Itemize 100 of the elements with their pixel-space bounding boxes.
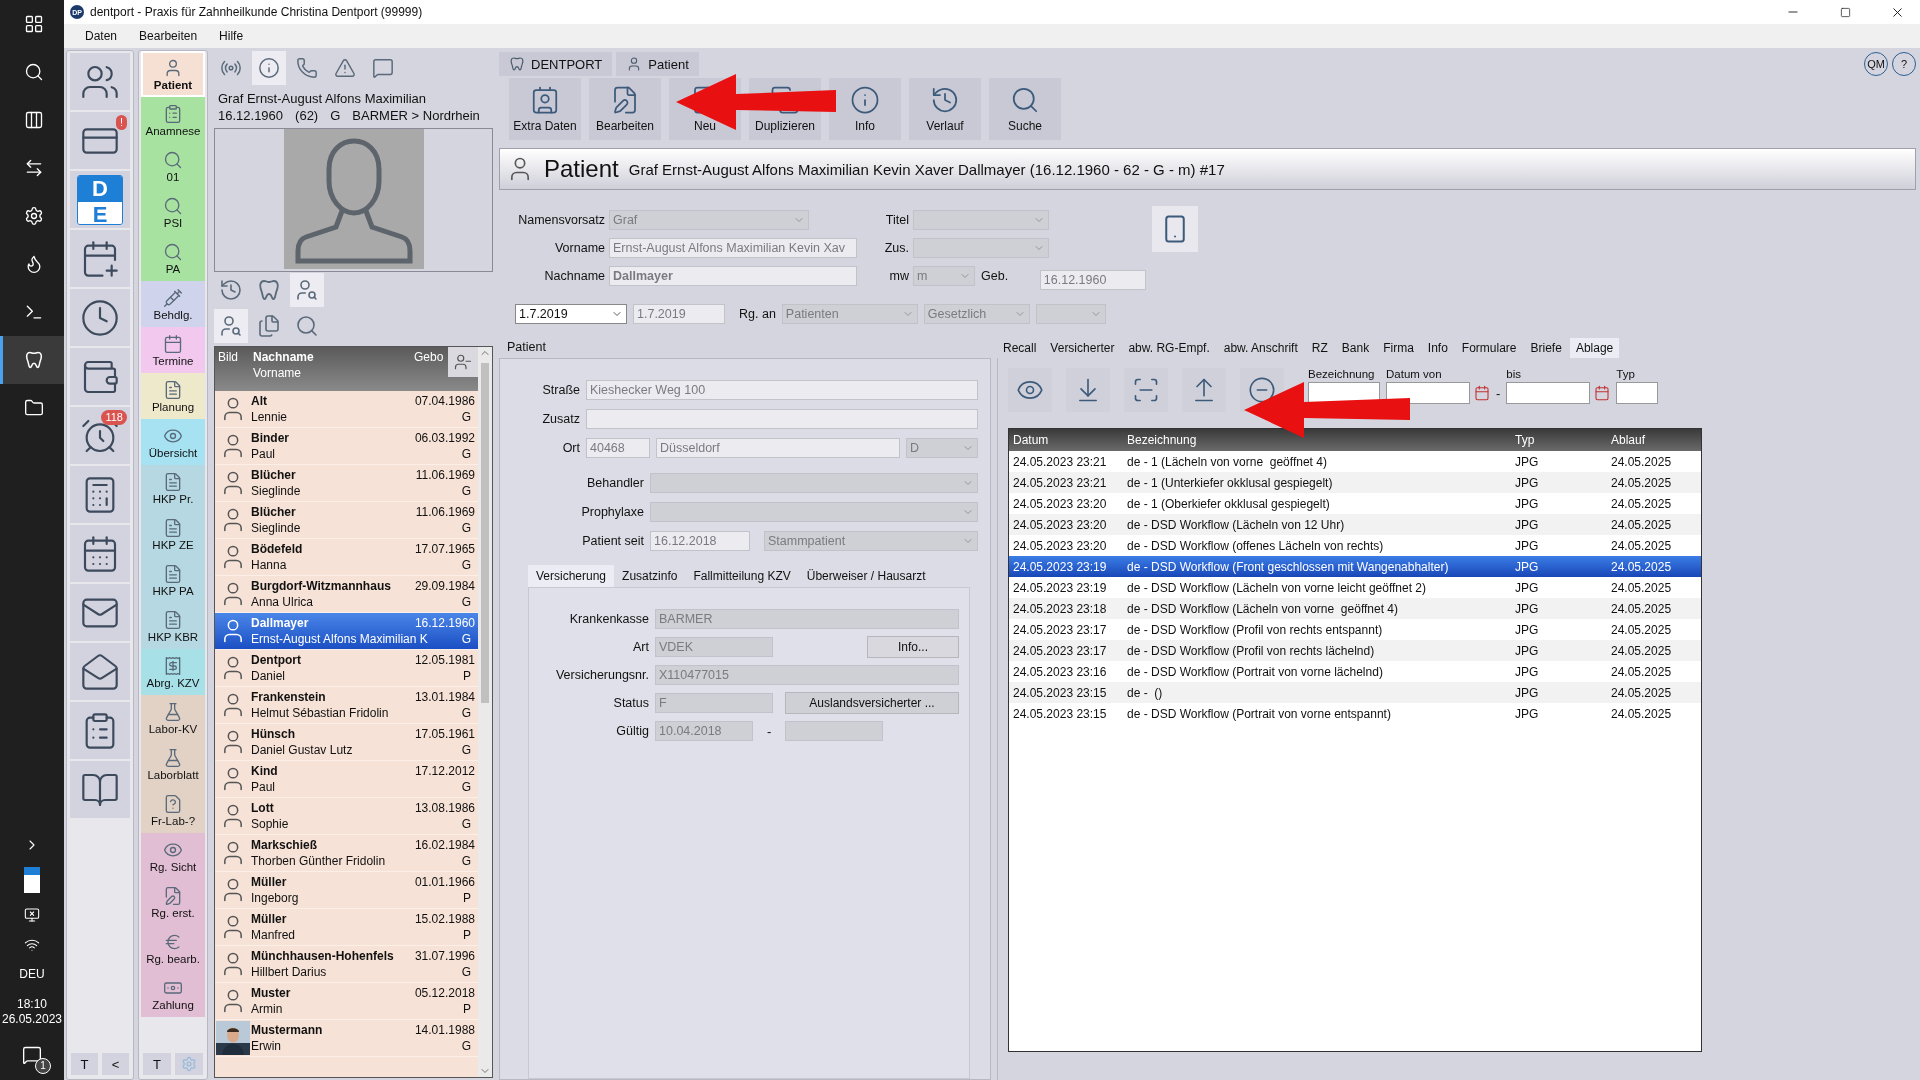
column-header[interactable]: Typ [1515, 433, 1611, 447]
quick-access-button[interactable] [70, 525, 130, 582]
module-button[interactable]: PSI [141, 189, 205, 235]
remove-patient-button[interactable] [448, 347, 478, 377]
quick-access-button[interactable] [70, 53, 130, 110]
archive-row[interactable]: 24.05.2023 23:21 de - 1 (Unterkiefer okklusal gespiegelt) JPG 24.05.2025 [1009, 472, 1701, 493]
tab[interactable]: abw. RG-Empf. [1122, 338, 1216, 358]
tab[interactable]: Recall [997, 338, 1043, 358]
tab[interactable]: Fallmitteilung KZV [685, 565, 799, 587]
quick-access-button[interactable]: ! [70, 112, 130, 169]
column-header[interactable]: Bezeichnung [1127, 433, 1515, 447]
module-button[interactable]: Abrg. KZV [141, 649, 205, 695]
module-button[interactable]: HKP Pr. [141, 465, 205, 511]
archive-tool-button[interactable] [1182, 368, 1226, 412]
panel-tool-button[interactable] [290, 273, 324, 307]
date-from-field[interactable] [1386, 382, 1470, 404]
language-indicator[interactable]: DEU [19, 967, 45, 983]
module-button[interactable]: Zahlung [141, 971, 205, 1017]
toolbar-button[interactable]: Extra Daten [509, 78, 581, 140]
type-filter-field[interactable] [1616, 382, 1659, 404]
column-header[interactable]: Datum [1013, 433, 1127, 447]
taskbar-button[interactable] [0, 336, 64, 384]
device-button[interactable] [1151, 206, 1198, 252]
scrollbar[interactable] [478, 347, 492, 1077]
module-button[interactable]: Übersicht [141, 419, 205, 465]
column-header[interactable]: Ablauf [1611, 433, 1701, 447]
last-name-field[interactable]: Dallmayer [609, 266, 857, 286]
tab[interactable]: abw. Anschrift [1217, 338, 1304, 358]
toolbar-button[interactable]: Bearbeiten [589, 78, 661, 140]
list-tool-button[interactable] [214, 309, 248, 343]
archive-row[interactable]: 24.05.2023 23:17 de - DSD Workflow (Profil von rechts lächelnd) JPG 24.05.2025 [1009, 640, 1701, 661]
tab[interactable]: Ablage [1569, 338, 1620, 358]
sidebar-button[interactable]: < [102, 1053, 129, 1075]
column-header[interactable]: Bild [215, 350, 253, 388]
foreign-insured-button[interactable]: Auslandsversicherter ... [785, 692, 959, 714]
module-button[interactable]: 01 [141, 143, 205, 189]
archive-row[interactable]: 24.05.2023 23:18 de - DSD Workflow (Lächeln von vorne geöffnet 4) JPG 24.05.2025 [1009, 598, 1701, 619]
panel-tab[interactable] [252, 51, 286, 85]
column-header[interactable]: Vorname [253, 366, 414, 380]
module-button[interactable]: Laborblatt [141, 741, 205, 787]
module-button[interactable]: Patient [141, 51, 205, 97]
quick-access-button[interactable] [70, 761, 130, 818]
address-extra-field[interactable] [586, 409, 978, 429]
archive-tool-button[interactable] [1008, 368, 1052, 412]
quick-access-button[interactable]: D E [70, 171, 130, 228]
column-header[interactable]: Gebo [414, 350, 448, 388]
tab[interactable]: Firma [1377, 338, 1420, 358]
quick-access-button[interactable] [70, 466, 130, 523]
date-to-field[interactable] [1506, 382, 1591, 404]
menu-item[interactable]: Bearbeiten [128, 29, 209, 43]
module-button[interactable]: Anamnese [141, 97, 205, 143]
first-name-field[interactable]: Ernst-August Alfons Maximilian Kevin Xav [609, 238, 857, 258]
archive-tool-button[interactable] [1066, 368, 1110, 412]
quick-access-button[interactable] [70, 289, 130, 346]
tab[interactable]: Zusatzinfo [614, 565, 686, 587]
patient-since-field[interactable]: 16.12.2018 [650, 531, 750, 551]
archive-tool-button[interactable] [1124, 368, 1168, 412]
tab[interactable]: Info [1421, 338, 1454, 358]
sidebar-button[interactable]: T [71, 1053, 98, 1075]
city-field[interactable]: Düsseldorf [656, 438, 900, 458]
module-button[interactable]: HKP ZE [141, 511, 205, 557]
period-select[interactable]: 1.7.2019 [515, 304, 627, 324]
quick-access-button[interactable] [70, 348, 130, 405]
tab[interactable]: Briefe [1524, 338, 1568, 358]
tab[interactable]: Bank [1335, 338, 1376, 358]
toolbar-button[interactable]: Verlauf [909, 78, 981, 140]
module-button[interactable]: PA [141, 235, 205, 281]
calendar-icon[interactable] [1594, 385, 1611, 401]
date-field[interactable]: 1.7.2019 [633, 304, 725, 324]
module-button[interactable]: Termine [141, 327, 205, 373]
tab[interactable]: Überweiser / Hausarzt [798, 565, 934, 587]
archive-row[interactable]: 24.05.2023 23:15 de - () JPG 24.05.2025 [1009, 682, 1701, 703]
patient-row[interactable]: Dallmayer 16.12.1960 Ernst-August Alfons Maximilian K G [215, 613, 478, 650]
column-header[interactable]: Nachname [253, 350, 414, 364]
tab[interactable]: RZ [1305, 338, 1334, 358]
tab[interactable]: Versicherter [1044, 338, 1121, 358]
birth-date-field[interactable]: 16.12.1960 [1039, 270, 1146, 290]
street-field[interactable]: Kieshecker Weg 100 [586, 380, 978, 400]
clock[interactable]: 18:10 26.05.2023 [1, 996, 63, 1028]
breadcrumb-item[interactable]: Patient [616, 52, 699, 76]
module-button[interactable]: Fr-Lab-? [141, 787, 205, 833]
tab[interactable]: Formulare [1455, 338, 1523, 358]
breadcrumb-item[interactable]: DENTPORT [499, 52, 613, 76]
valid-to-field[interactable] [785, 721, 884, 741]
module-button[interactable]: HKP KBR [141, 603, 205, 649]
quick-access-button[interactable] [70, 702, 130, 759]
menu-item[interactable]: Daten [74, 29, 129, 43]
module-button[interactable]: Planung [141, 373, 205, 419]
tab[interactable]: Versicherung [528, 565, 615, 587]
quick-access-button[interactable] [70, 643, 130, 700]
module-button[interactable]: Labor-KV [141, 695, 205, 741]
menu-item[interactable]: Hilfe [208, 29, 255, 43]
sidebar-button[interactable]: T [143, 1053, 171, 1075]
quick-access-button[interactable]: 118 [70, 407, 130, 464]
info-button[interactable]: Info... [867, 636, 959, 658]
archive-row[interactable]: 24.05.2023 23:19 de - DSD Workflow (Front geschlossen mit Wangenabhalter) JPG 24.05.2025 [1009, 556, 1701, 577]
patient-row[interactable]: Mustermann 14.01.1988 Erwin G [215, 1020, 478, 1057]
zip-field[interactable]: 40468 [586, 438, 650, 458]
toolbar-button[interactable]: Suche [989, 78, 1061, 140]
toolbar-button[interactable]: Info [829, 78, 901, 140]
